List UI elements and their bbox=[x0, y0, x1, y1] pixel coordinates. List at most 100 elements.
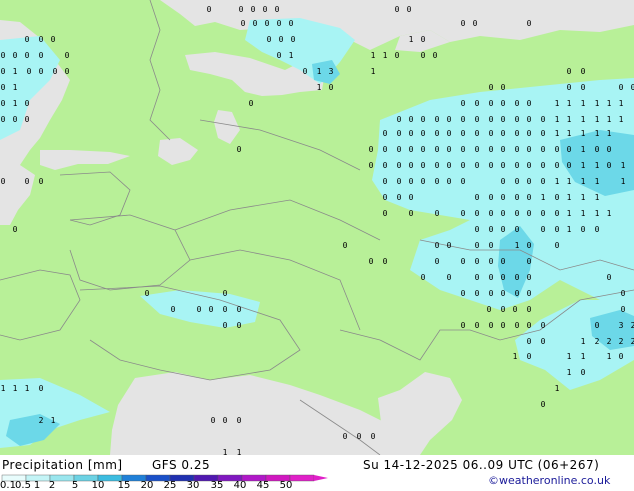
precip-value-label: 0 bbox=[397, 115, 402, 124]
precip-value-label: 1 bbox=[13, 67, 18, 76]
legend-tick-label: 30 bbox=[186, 480, 200, 491]
precip-value-label: 0 bbox=[489, 257, 494, 266]
weatheronline-credit[interactable]: ©weatheronline.co.uk bbox=[488, 474, 610, 487]
precip-value-label: 0 bbox=[421, 161, 426, 170]
precip-value-label: 1 bbox=[581, 115, 586, 124]
precip-value-label: 0 bbox=[515, 321, 520, 330]
model-name: GFS 0.25 bbox=[152, 458, 211, 472]
precip-value-label: 0 bbox=[501, 145, 506, 154]
precip-value-label: 1 bbox=[581, 129, 586, 138]
precip-value-label: 0 bbox=[501, 99, 506, 108]
precip-value-label: 1 bbox=[595, 99, 600, 108]
precip-value-label: 0 bbox=[501, 83, 506, 92]
precip-value-label: 0 bbox=[421, 129, 426, 138]
precip-value-label: 0 bbox=[541, 400, 546, 409]
precip-value-label: 0 bbox=[409, 209, 414, 218]
precip-value-label: 0 bbox=[145, 289, 150, 298]
precipitation-map[interactable]: 0 0 0 0 0 0 00 0 0 0 0 0 0 00 0 0 0 0 0 1 00 0 0 0 0 0 1 1 1 0 0 00 1 0 0 0… bbox=[0, 0, 634, 455]
precip-value-label: 0 bbox=[527, 337, 532, 346]
precip-value-label: 0 bbox=[409, 129, 414, 138]
precip-value-label: 0 bbox=[447, 177, 452, 186]
precip-value-label: 1 bbox=[595, 209, 600, 218]
precip-value-label: 0 bbox=[343, 241, 348, 250]
precip-value-label: 0 bbox=[461, 115, 466, 124]
precip-value-label: 1 bbox=[567, 225, 572, 234]
precip-value-label: 1 bbox=[581, 209, 586, 218]
precip-value-label: 0 bbox=[65, 67, 70, 76]
precip-value-label: 0 bbox=[527, 321, 532, 330]
precip-value-label: 1 bbox=[581, 99, 586, 108]
precip-value-label: 1 bbox=[581, 161, 586, 170]
precip-value-label: 0 bbox=[447, 115, 452, 124]
precip-value-label: 0 bbox=[541, 225, 546, 234]
precip-value-label: 1 bbox=[607, 352, 612, 361]
precip-value-label: 0 bbox=[541, 337, 546, 346]
precip-value-label: 0 bbox=[421, 145, 426, 154]
precip-value-label: 0 bbox=[1, 67, 6, 76]
legend-tick-label: 0.1 bbox=[0, 480, 16, 491]
precip-value-label: 0 bbox=[13, 115, 18, 124]
precip-value-label: 0 bbox=[515, 289, 520, 298]
precip-value-label: 0 bbox=[515, 193, 520, 202]
precip-value-label: 0 bbox=[39, 35, 44, 44]
precip-value-label: 0 bbox=[527, 161, 532, 170]
precip-value-label: 0 bbox=[433, 51, 438, 60]
precip-value-label: 0 bbox=[461, 321, 466, 330]
legend-arrow bbox=[314, 475, 328, 481]
precip-value-label: 0 bbox=[383, 193, 388, 202]
precip-value-label: 0 bbox=[395, 51, 400, 60]
precip-value-label: 1 bbox=[383, 51, 388, 60]
precip-value-label: 0 bbox=[501, 289, 506, 298]
precip-value-label: 0 bbox=[527, 241, 532, 250]
precip-value-label: 0 bbox=[631, 83, 634, 92]
precip-value-label: 2 bbox=[607, 337, 612, 346]
precip-value-label: 0 bbox=[475, 273, 480, 282]
precip-value-label: 0 bbox=[475, 115, 480, 124]
precip-value-label: 0 bbox=[475, 225, 480, 234]
precip-value-label: 0 bbox=[527, 289, 532, 298]
precip-value-label: 0 bbox=[527, 352, 532, 361]
precip-value-label: 0 bbox=[25, 51, 30, 60]
precip-value-label: 0 bbox=[397, 193, 402, 202]
precip-value-label: 0 bbox=[555, 241, 560, 250]
precip-value-label: 1 bbox=[581, 177, 586, 186]
precip-value-label: 0 bbox=[515, 99, 520, 108]
precip-value-label: 0 bbox=[1, 99, 6, 108]
precip-value-label: 0 bbox=[383, 129, 388, 138]
precip-value-label: 0 bbox=[1, 115, 6, 124]
precip-value-label: 0 bbox=[13, 225, 18, 234]
precip-value-label: 1 bbox=[13, 83, 18, 92]
precip-value-label: 1 bbox=[581, 193, 586, 202]
precip-value-label: 0 bbox=[447, 129, 452, 138]
precip-value-label: 0 bbox=[447, 241, 452, 250]
precip-value-label: 1 bbox=[581, 145, 586, 154]
precip-value-label: 0 bbox=[435, 161, 440, 170]
precip-value-label: 0 bbox=[595, 225, 600, 234]
precip-value-label: 0 bbox=[239, 5, 244, 14]
precip-value-label: 0 bbox=[541, 129, 546, 138]
precip-value-label: 0 bbox=[567, 145, 572, 154]
precip-value-label: 0 bbox=[555, 209, 560, 218]
precip-value-label: 0 bbox=[369, 145, 374, 154]
precip-value-label: 2 bbox=[631, 337, 634, 346]
precip-value-label: 0 bbox=[607, 145, 612, 154]
precip-value-label: 0 bbox=[435, 115, 440, 124]
precip-value-label: 1 bbox=[607, 99, 612, 108]
precip-value-label: 0 bbox=[421, 35, 426, 44]
precip-value-label: 1 bbox=[567, 115, 572, 124]
precip-value-label: 0 bbox=[501, 321, 506, 330]
precip-value-label: 0 bbox=[607, 273, 612, 282]
precip-value-label: 1 bbox=[595, 115, 600, 124]
legend-tick-label: 40 bbox=[233, 480, 247, 491]
precip-value-label: 0 bbox=[501, 305, 506, 314]
precip-value-label: 0 bbox=[291, 35, 296, 44]
precip-value-label: 0 bbox=[251, 5, 256, 14]
precip-value-label: 1 bbox=[621, 161, 626, 170]
precip-value-label: 0 bbox=[489, 115, 494, 124]
legend-tick-label: 2 bbox=[48, 480, 56, 491]
precip-value-label: 0 bbox=[541, 321, 546, 330]
precip-value-label: 0 bbox=[237, 305, 242, 314]
precip-value-label: 0 bbox=[475, 241, 480, 250]
precip-value-label: 1 bbox=[619, 115, 624, 124]
precip-value-label: 0 bbox=[409, 145, 414, 154]
